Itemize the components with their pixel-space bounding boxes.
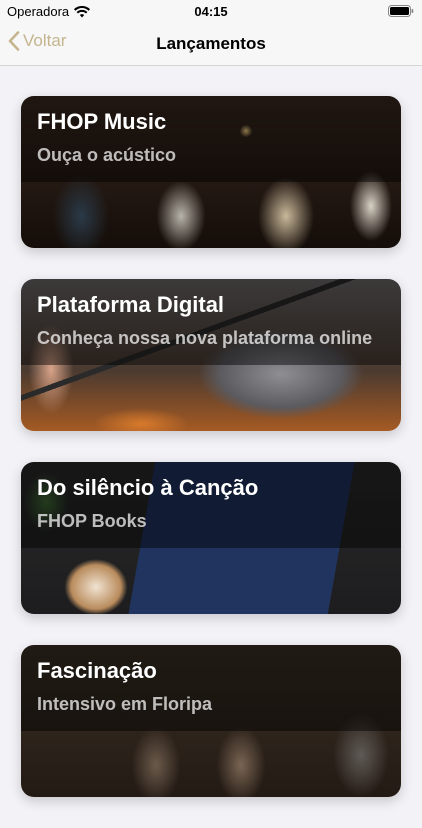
card-subtitle: Ouça o acústico xyxy=(37,145,177,165)
status-bar: Operadora 04:15 xyxy=(0,0,422,22)
release-card-fhop-music[interactable]: FHOP Music Ouça o acústico xyxy=(21,96,401,248)
page-title: Lançamentos xyxy=(156,34,266,53)
battery-icon xyxy=(388,5,414,17)
release-card-do-silencio-a-cancao[interactable]: Do silêncio à Canção FHOP Books xyxy=(21,462,401,614)
release-card-plataforma-digital[interactable]: Plataforma Digital Conheça nossa nova pl… xyxy=(21,279,401,431)
release-card-fascinacao[interactable]: Fascinação Intensivo em Floripa xyxy=(21,645,401,797)
card-subtitle: Conheça nossa nova plataforma online xyxy=(37,328,373,348)
card-title: Fascinação xyxy=(37,658,157,683)
card-subtitle: FHOP Books xyxy=(37,511,147,531)
card-subtitle: Intensivo em Floripa xyxy=(37,694,213,714)
releases-list: FHOP Music Ouça o acústico Plataforma Di… xyxy=(21,96,401,828)
status-time: 04:15 xyxy=(194,4,228,19)
card-title: FHOP Music xyxy=(37,109,167,134)
navigation-bar: Voltar Lançamentos xyxy=(0,22,422,66)
card-title: Plataforma Digital xyxy=(37,292,225,317)
card-title: Do silêncio à Canção xyxy=(37,475,259,500)
